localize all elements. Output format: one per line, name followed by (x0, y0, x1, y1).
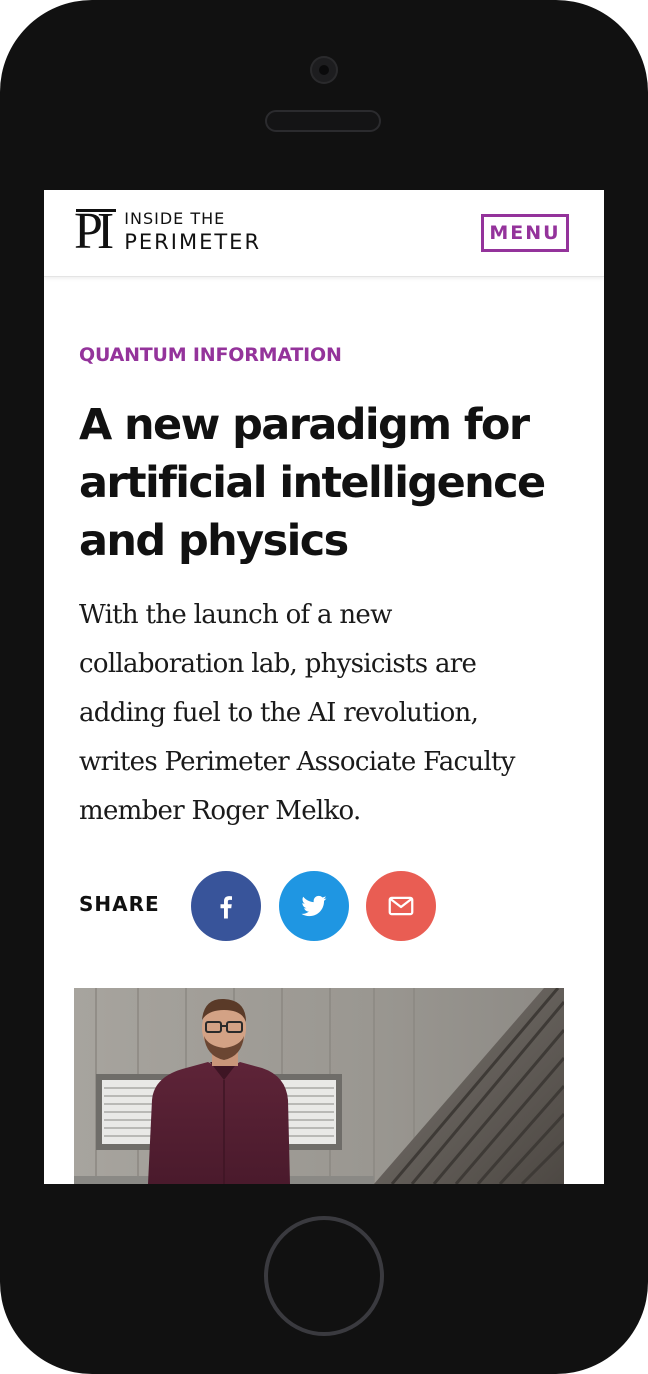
browser-viewport: PI INSIDE THE PERIMETER MENU QUANTUM INF… (44, 190, 604, 1184)
logo-wordmark: INSIDE THE PERIMETER (124, 211, 261, 253)
logo-mark: PI (74, 203, 117, 260)
standfirst-line: With the launch of a new (79, 600, 392, 630)
earpiece-speaker (265, 110, 381, 132)
article-title-line: and physics (79, 516, 349, 566)
facebook-icon (220, 896, 232, 919)
front-camera (310, 56, 338, 84)
logo-line-2: PERIMETER (124, 230, 262, 254)
article-standfirst: With the launch of a new collaboration l… (79, 591, 589, 836)
logo-line-1: INSIDE THE (124, 209, 226, 228)
share-facebook-button[interactable] (191, 871, 261, 941)
share-twitter-button[interactable] (279, 871, 349, 941)
standfirst-line: collaboration lab, physicists are (79, 649, 477, 679)
article-category-link[interactable]: QUANTUM INFORMATION (79, 344, 342, 366)
standfirst-line: member Roger Melko. (79, 796, 361, 826)
twitter-icon (301, 895, 327, 917)
standfirst-line: writes Perimeter Associate Faculty (79, 747, 515, 777)
article-title-line: A new paradigm for (79, 400, 530, 450)
article-title-line: artificial intelligence (79, 458, 546, 508)
phone-frame: PI INSIDE THE PERIMETER MENU QUANTUM INF… (0, 0, 648, 1374)
share-email-button[interactable] (366, 871, 436, 941)
share-label: SHARE (79, 892, 160, 916)
article-hero-image (74, 988, 564, 1184)
home-button[interactable] (264, 1216, 384, 1336)
standfirst-line: adding fuel to the AI revolution, (79, 698, 479, 728)
menu-button[interactable]: MENU (481, 214, 569, 252)
mail-icon (388, 896, 414, 916)
site-logo[interactable]: PI INSIDE THE PERIMETER (74, 205, 261, 259)
hero-photo (74, 988, 564, 1184)
site-header: PI INSIDE THE PERIMETER MENU (44, 190, 604, 277)
article-title: A new paradigm for artificial intelligen… (79, 396, 579, 570)
